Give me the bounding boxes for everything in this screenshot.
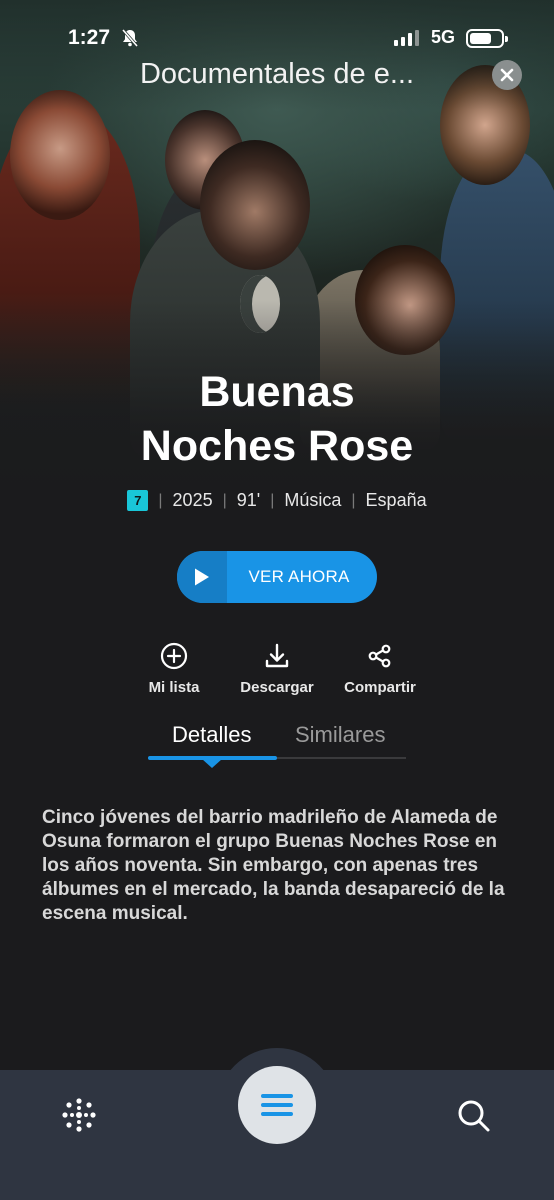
dots-logo-icon[interactable] [60, 1096, 98, 1134]
play-icon [177, 551, 227, 603]
movie-metadata: 7 | 2025 | 91' | Música | España [0, 490, 554, 511]
band-member-head [200, 140, 310, 270]
menu-button[interactable] [238, 1066, 316, 1144]
status-bar: 1:27 5G [0, 22, 554, 54]
separator: | [158, 491, 163, 509]
country: España [365, 490, 427, 510]
share-icon [325, 640, 435, 672]
separator: | [270, 491, 275, 509]
add-circle-icon [119, 640, 229, 672]
close-icon [500, 68, 514, 82]
movie-title-line: Noches Rose [140, 422, 414, 470]
download-icon [222, 640, 332, 672]
battery-icon [466, 29, 508, 48]
search-icon[interactable] [456, 1098, 492, 1134]
signal-icon [394, 30, 420, 51]
genre: Música [284, 490, 342, 510]
my-list-label: Mi lista [148, 679, 200, 696]
share-button[interactable]: Compartir [325, 640, 435, 696]
movie-title: Buenas Noches Rose [60, 365, 494, 473]
active-tab-caret [202, 759, 222, 768]
status-time: 1:27 [68, 26, 111, 49]
share-label: Compartir [344, 679, 416, 696]
watch-now-label: VER AHORA [248, 567, 350, 586]
download-button[interactable]: Descargar [222, 640, 332, 696]
silent-bell-icon [120, 28, 140, 53]
release-year: 2025 [172, 490, 213, 510]
download-label: Descargar [240, 679, 314, 696]
tab-details[interactable]: Detalles [172, 722, 251, 748]
movie-title-line: Buenas [199, 368, 355, 416]
menu-icon [261, 1094, 293, 1116]
watch-now-button[interactable]: VER AHORA [177, 551, 377, 603]
tab-similar[interactable]: Similares [295, 722, 385, 748]
page-title: Documentales de e... [139, 58, 415, 90]
hero-top-gradient [0, 0, 554, 110]
network-type: 5G [431, 27, 456, 47]
separator: | [351, 491, 356, 509]
duration: 91' [236, 490, 261, 510]
close-button[interactable] [492, 60, 522, 90]
content-tabs: Detalles Similares [148, 722, 406, 768]
separator: | [222, 491, 227, 509]
age-rating-badge: 7 [127, 490, 149, 511]
movie-description: Cinco jóvenes del barrio madrileño de Al… [42, 807, 505, 924]
my-list-button[interactable]: Mi lista [119, 640, 229, 696]
